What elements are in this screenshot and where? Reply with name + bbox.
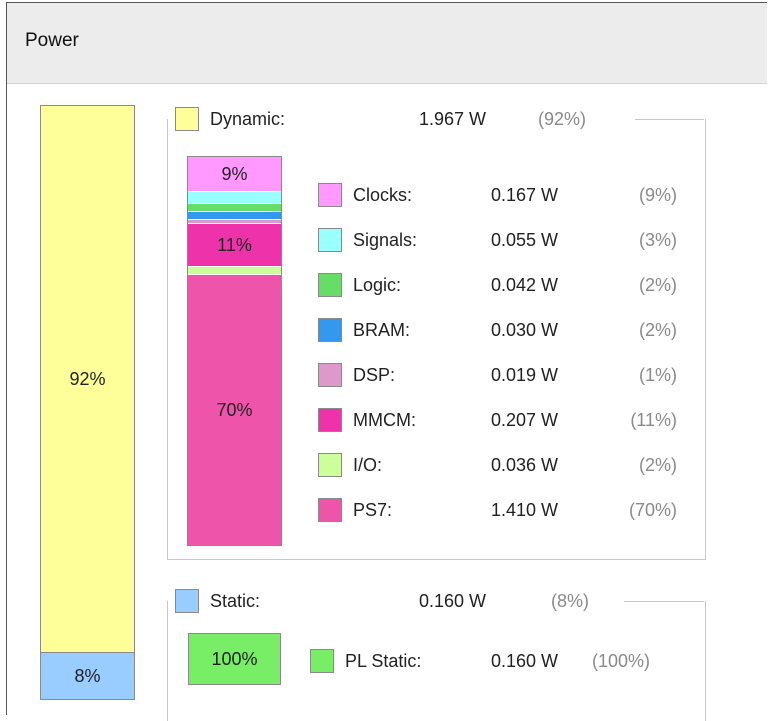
panel-header: Power <box>7 3 767 84</box>
panel-title: Power <box>25 30 79 51</box>
dynamic-item-percent: (1%) <box>638 365 677 385</box>
dynamic-segment-io <box>188 267 281 275</box>
dynamic-segment-label: 70% <box>216 399 253 420</box>
dynamic-item-label: MMCM: <box>353 410 416 430</box>
dynamic-item-watts: 0.055 W <box>491 230 559 250</box>
dynamic-segment-ps7: 70% <box>188 275 281 545</box>
dynamic-item-percent: (2%) <box>638 455 677 475</box>
dynamic-item-swatch <box>318 273 342 297</box>
pl-static-percent: (100%) <box>592 651 651 671</box>
dynamic-item-label: Clocks: <box>353 185 413 205</box>
total-power-bar: 92% 8% <box>40 105 135 700</box>
total-static-percent: 8% <box>74 665 101 686</box>
dynamic-item-swatch <box>318 318 342 342</box>
dynamic-item-percent: (3%) <box>638 230 677 250</box>
dynamic-item-swatch <box>318 228 342 252</box>
total-dynamic-segment: 92% <box>41 106 134 652</box>
dynamic-item-watts: 0.207 W <box>491 410 559 430</box>
dynamic-segment-label: 11% <box>217 234 252 255</box>
dynamic-item-watts: 0.019 W <box>491 365 559 385</box>
dynamic-item-watts: 0.042 W <box>491 275 559 295</box>
pl-static-bar-percent: 100% <box>211 648 258 669</box>
pl-static-swatch <box>310 649 334 673</box>
dynamic-item-percent: (2%) <box>638 320 677 340</box>
dynamic-segment-clocks: 9% <box>188 157 281 192</box>
dynamic-segment-signals <box>188 192 281 204</box>
dynamic-item-watts: 0.030 W <box>491 320 559 340</box>
dynamic-segment-label: 9% <box>221 163 248 184</box>
dynamic-item-swatch <box>318 363 342 387</box>
dynamic-item-percent: (70%) <box>628 500 677 520</box>
dynamic-item-percent: (9%) <box>638 185 677 205</box>
dynamic-item-label: BRAM: <box>353 320 411 340</box>
dynamic-item-label: Logic: <box>353 275 402 295</box>
dynamic-item-watts: 0.167 W <box>491 185 559 205</box>
dynamic-item-watts: 0.036 W <box>491 455 559 475</box>
pl-static-bar: 100% <box>188 633 281 685</box>
dynamic-item-label: PS7: <box>353 500 393 520</box>
dynamic-item-label: I/O: <box>353 455 383 475</box>
dynamic-segment-logic <box>188 204 281 212</box>
dynamic-group-left-top <box>167 119 168 139</box>
dynamic-item-percent: (11%) <box>630 410 677 430</box>
pl-static-watts: 0.160 W <box>491 651 559 671</box>
dynamic-item-label: Signals: <box>353 230 418 250</box>
dynamic-item-swatch <box>318 498 342 522</box>
dynamic-item-swatch <box>318 408 342 432</box>
pl-static-label: PL Static: <box>345 651 422 671</box>
dynamic-item-swatch <box>318 453 342 477</box>
dynamic-breakdown-bar: 9% 11% 70% <box>187 156 282 546</box>
dynamic-item-swatch <box>318 183 342 207</box>
dynamic-item-label: DSP: <box>353 365 396 385</box>
total-dynamic-percent: 92% <box>69 368 106 389</box>
power-panel: Power 92% 8% Dynamic: 1.967 W (92%) 9% 11… <box>6 2 767 721</box>
dynamic-item-percent: (2%) <box>638 275 677 295</box>
dynamic-item-watts: 1.410 W <box>491 500 559 520</box>
dynamic-segment-bram <box>188 212 281 220</box>
total-static-segment: 8% <box>41 652 134 699</box>
dynamic-segment-mmcm: 11% <box>188 224 281 267</box>
